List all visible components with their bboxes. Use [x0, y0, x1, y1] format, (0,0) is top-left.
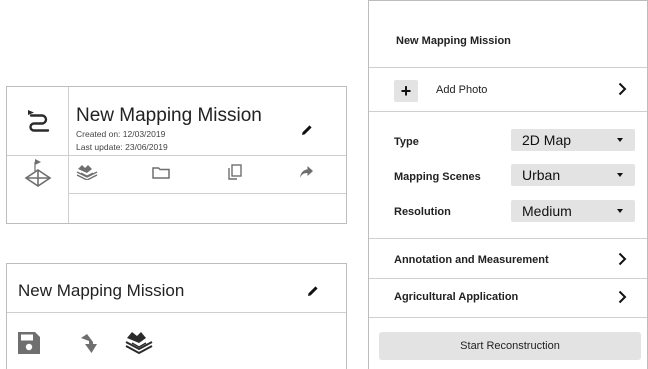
type-value: 2D Map — [522, 132, 572, 148]
add-photo-row[interactable]: + Add Photo — [369, 67, 647, 111]
type-select[interactable]: 2D Map — [511, 129, 635, 151]
type-label: Type — [394, 136, 419, 148]
map-layers-icon[interactable] — [76, 164, 98, 180]
add-photo-button[interactable]: + — [394, 80, 418, 102]
agricultural-application-row[interactable]: Agricultural Application — [369, 279, 647, 317]
caret-down-icon — [617, 138, 623, 142]
download-icon[interactable] — [80, 332, 104, 358]
last-update-date: Last update: 23/06/2019 — [76, 142, 168, 152]
mission-title: New Mapping Mission — [76, 105, 262, 126]
share-icon[interactable] — [299, 165, 314, 179]
mapping-scenes-value: Urban — [522, 167, 561, 183]
created-date: Created on: 12/03/2019 — [76, 129, 166, 139]
mission-card-compact[interactable]: New Mapping Mission — [6, 263, 347, 369]
divider — [68, 193, 346, 194]
agricultural-application-label: Agricultural Application — [394, 291, 519, 303]
annotation-measurement-row[interactable]: Annotation and Measurement — [369, 241, 647, 279]
copy-icon[interactable] — [227, 164, 242, 181]
mapping-scenes-select[interactable]: Urban — [511, 164, 635, 186]
route-icon — [25, 107, 51, 133]
save-icon[interactable] — [17, 331, 41, 355]
mission-settings-panel: New Mapping Mission + Add Photo Type 2D … — [368, 0, 648, 369]
waypoint-icon[interactable] — [24, 158, 52, 190]
map-layers-icon[interactable] — [124, 330, 154, 354]
caret-down-icon — [617, 209, 623, 213]
chevron-right-icon[interactable] — [618, 252, 627, 266]
divider — [369, 238, 647, 239]
add-photo-label: Add Photo — [436, 84, 488, 96]
folder-icon[interactable] — [152, 166, 170, 179]
divider — [7, 155, 346, 156]
divider — [369, 317, 647, 318]
pencil-icon[interactable] — [307, 285, 319, 297]
panel-title: New Mapping Mission — [396, 35, 511, 47]
start-reconstruction-button[interactable]: Start Reconstruction — [379, 332, 641, 360]
chevron-right-icon[interactable] — [618, 82, 627, 96]
divider — [369, 111, 647, 112]
mission-title: New Mapping Mission — [18, 281, 185, 300]
chevron-right-icon[interactable] — [618, 290, 627, 304]
annotation-measurement-label: Annotation and Measurement — [394, 254, 549, 266]
mapping-scenes-label: Mapping Scenes — [394, 171, 481, 183]
divider — [7, 312, 346, 313]
pencil-icon[interactable] — [301, 124, 313, 136]
mission-card-detailed[interactable]: New Mapping Mission Created on: 12/03/20… — [6, 86, 347, 224]
resolution-label: Resolution — [394, 206, 451, 218]
resolution-select[interactable]: Medium — [511, 200, 635, 222]
caret-down-icon — [617, 173, 623, 177]
resolution-value: Medium — [522, 203, 572, 219]
